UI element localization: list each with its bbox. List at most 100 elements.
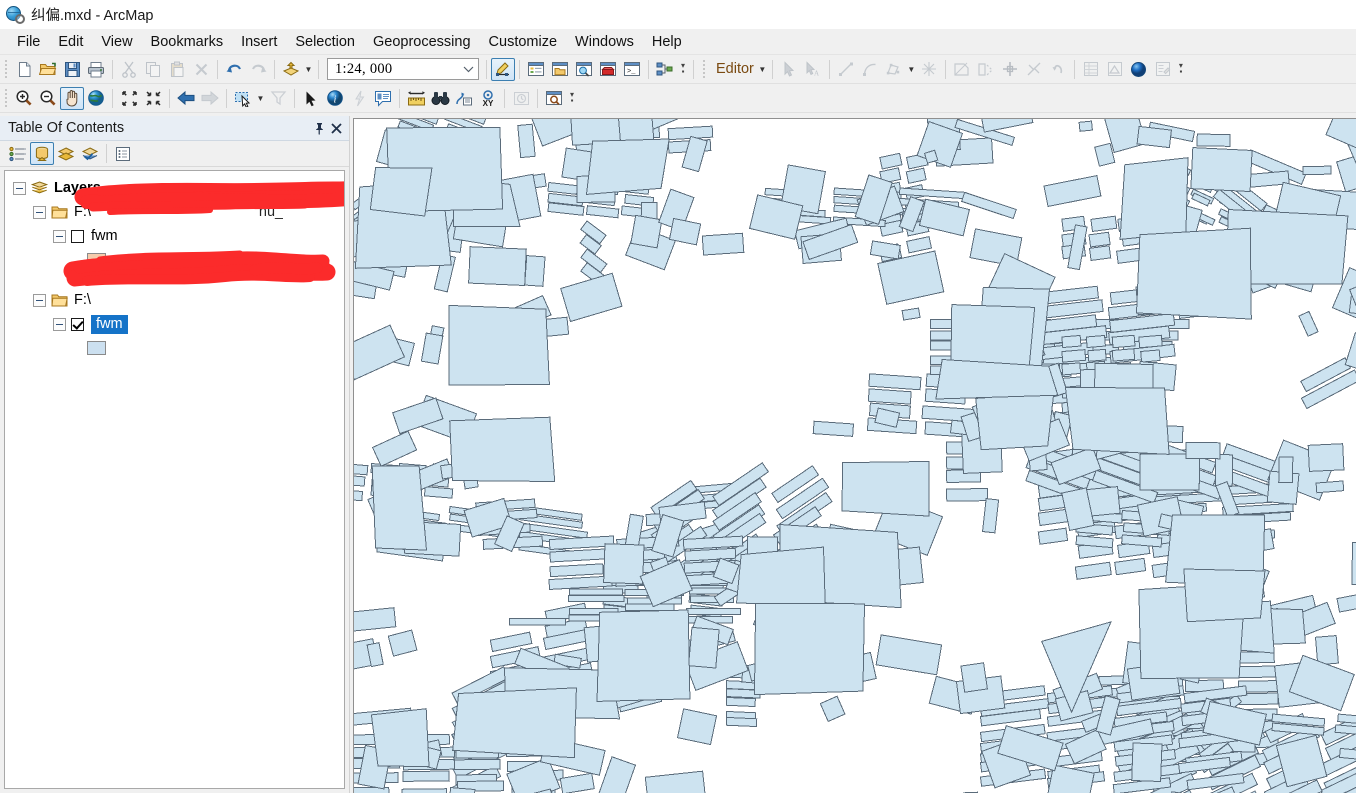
split-tool-icon[interactable] <box>974 58 998 81</box>
edit-vertices-caret-icon[interactable]: ▼ <box>906 58 917 81</box>
cut-icon[interactable] <box>117 58 141 81</box>
go-forward-extent-icon[interactable] <box>198 87 222 110</box>
editor-menu-button[interactable]: Editor <box>710 61 757 77</box>
expander-layer-fwm-1[interactable] <box>53 229 66 243</box>
catalog-icon[interactable] <box>548 58 572 81</box>
model-builder-icon[interactable] <box>653 58 677 81</box>
cut-polygons-icon[interactable] <box>950 58 974 81</box>
toc-node-layer-fwm-2[interactable]: fwm <box>5 312 344 336</box>
undo-edit-icon[interactable] <box>1046 58 1070 81</box>
sketch-properties-icon[interactable] <box>1103 58 1127 81</box>
menu-edit[interactable]: Edit <box>49 32 92 52</box>
layer-symbol-swatch-2[interactable] <box>87 341 106 355</box>
list-by-selection-icon[interactable] <box>78 142 102 165</box>
select-features-icon[interactable] <box>231 87 255 110</box>
menu-bookmarks[interactable]: Bookmarks <box>142 32 233 52</box>
menu-selection[interactable]: Selection <box>286 32 364 52</box>
toc-node-layers[interactable]: Layers <box>5 176 344 200</box>
zoom-out-icon[interactable] <box>36 87 60 110</box>
expander-layers[interactable] <box>13 181 26 195</box>
save-icon[interactable] <box>60 58 84 81</box>
expander-datasource-2[interactable] <box>33 293 46 307</box>
html-popup-icon[interactable] <box>371 87 395 110</box>
pan-hand-icon[interactable] <box>60 86 84 110</box>
mirror-features-icon[interactable] <box>1022 58 1046 81</box>
delete-icon[interactable] <box>189 58 213 81</box>
hyperlink-icon[interactable] <box>347 87 371 110</box>
expander-datasource-1[interactable] <box>33 205 46 219</box>
menu-customize[interactable]: Customize <box>480 32 567 52</box>
toc-node-datasource-2[interactable]: F:\ <box>5 288 344 312</box>
time-slider-icon[interactable] <box>509 87 533 110</box>
map-scale-value[interactable]: 1:24, 000 <box>328 61 459 78</box>
list-by-source-icon[interactable] <box>30 142 54 165</box>
clear-selection-icon[interactable] <box>266 87 290 110</box>
find-route-icon[interactable] <box>452 87 476 110</box>
edit-vertices-icon[interactable] <box>882 58 906 81</box>
layer-visibility-checkbox-1[interactable] <box>71 229 84 243</box>
edit-sketch-properties-icon[interactable] <box>1151 58 1175 81</box>
menu-help[interactable]: Help <box>643 32 691 52</box>
map-scale-combobox[interactable]: 1:24, 000 <box>327 58 479 80</box>
full-extent-globe-icon[interactable] <box>84 87 108 110</box>
menu-file[interactable]: File <box>8 32 49 52</box>
map-canvas[interactable] <box>353 118 1356 793</box>
tools-toolbar-gripper[interactable] <box>3 88 10 108</box>
table-of-contents-icon[interactable] <box>524 58 548 81</box>
open-icon[interactable] <box>36 58 60 81</box>
list-by-visibility-icon[interactable] <box>54 142 78 165</box>
toc-node-layer-fwm-1[interactable]: fwm <box>5 224 344 248</box>
arctoolbox-icon[interactable] <box>596 58 620 81</box>
select-elements-arrow-icon[interactable] <box>299 87 323 110</box>
fixed-zoom-out-icon[interactable] <box>141 87 165 110</box>
layer-symbol-swatch-1[interactable] <box>87 253 106 267</box>
rotate-tool-icon[interactable] <box>998 58 1022 81</box>
zoom-in-icon[interactable] <box>12 87 36 110</box>
reshape-feature-icon[interactable] <box>917 58 941 81</box>
menu-geoprocessing[interactable]: Geoprocessing <box>364 32 480 52</box>
create-viewer-window-icon[interactable] <box>542 87 566 110</box>
straight-segment-icon[interactable] <box>834 58 858 81</box>
editor-toolbar-overflow-button[interactable]: ▾ ▪ <box>1175 56 1187 82</box>
select-features-caret-icon[interactable]: ▼ <box>255 87 266 110</box>
editor-toolbar-icon[interactable] <box>491 57 515 81</box>
measure-icon[interactable] <box>404 87 428 110</box>
toc-node-datasource-1[interactable]: F:\ hu_ <box>5 200 344 224</box>
search-window-icon[interactable] <box>572 58 596 81</box>
attributes-icon[interactable] <box>1079 58 1103 81</box>
standard-toolbar-overflow-button[interactable]: ▾ ▪ <box>677 56 689 82</box>
tools-toolbar-overflow-button[interactable]: ▾ ▪ <box>566 85 578 111</box>
python-window-icon[interactable]: >_ <box>620 58 644 81</box>
undo-icon[interactable] <box>222 58 246 81</box>
print-icon[interactable] <box>84 58 108 81</box>
toc-options-icon[interactable] <box>111 142 135 165</box>
menu-windows[interactable]: Windows <box>566 32 643 52</box>
arc-segment-icon[interactable] <box>858 58 882 81</box>
redo-icon[interactable] <box>246 58 270 81</box>
new-map-icon[interactable] <box>12 58 36 81</box>
create-features-icon[interactable] <box>1127 58 1151 81</box>
copy-icon[interactable] <box>141 58 165 81</box>
editor-toolbar-gripper[interactable] <box>701 59 708 79</box>
menu-insert[interactable]: Insert <box>232 32 286 52</box>
add-data-dropdown-caret[interactable]: ▼ <box>303 58 314 81</box>
edit-tool-arrow-icon[interactable] <box>777 58 801 81</box>
edit-annotation-icon[interactable]: A <box>801 58 825 81</box>
go-to-xy-icon[interactable]: XY <box>476 87 500 110</box>
add-data-icon[interactable] <box>279 58 303 81</box>
layer-visibility-checkbox-2[interactable] <box>71 317 84 331</box>
toc-layer-tree[interactable]: Layers F:\ hu_ fwm F:\ fwm <box>4 170 345 789</box>
editor-menu-caret-icon[interactable]: ▼ <box>757 58 768 81</box>
pin-icon[interactable] <box>311 119 328 137</box>
paste-icon[interactable] <box>165 58 189 81</box>
menu-view[interactable]: View <box>92 32 141 52</box>
expander-layer-fwm-2[interactable] <box>53 317 66 331</box>
go-back-extent-icon[interactable] <box>174 87 198 110</box>
toolbar-gripper[interactable] <box>3 59 10 79</box>
identify-icon[interactable]: i <box>323 87 347 110</box>
chevron-down-icon[interactable] <box>459 59 478 79</box>
close-icon[interactable] <box>328 119 345 137</box>
find-icon[interactable] <box>428 87 452 110</box>
fixed-zoom-in-icon[interactable] <box>117 87 141 110</box>
list-by-drawing-order-icon[interactable] <box>6 142 30 165</box>
